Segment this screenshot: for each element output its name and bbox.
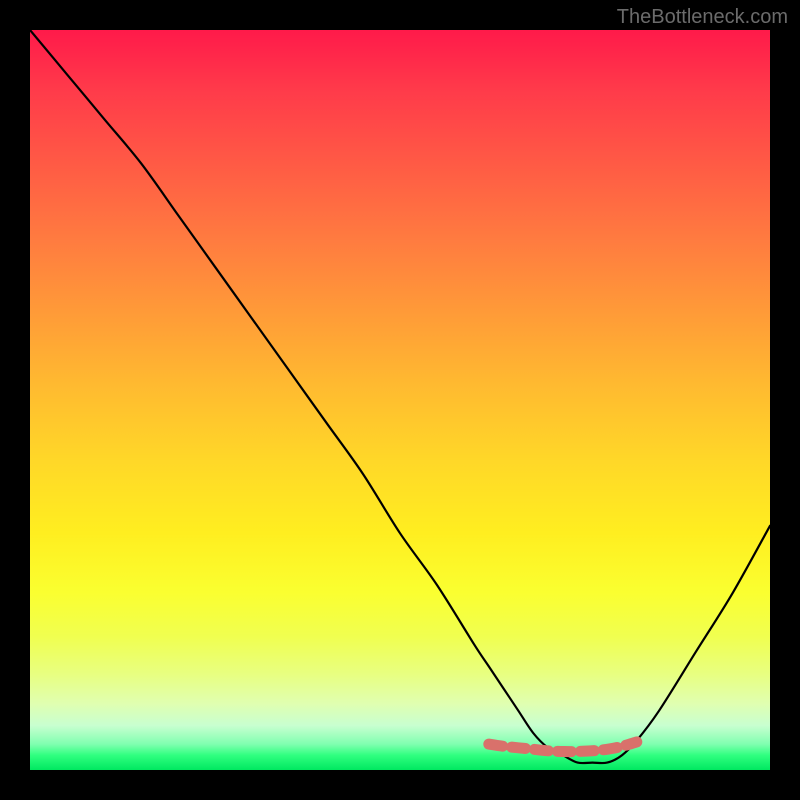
- valley-highlight-line: [489, 742, 637, 752]
- chart-svg: [30, 30, 770, 770]
- bottleneck-curve-line: [30, 30, 770, 763]
- chart-plot-area: [30, 30, 770, 770]
- watermark-text: TheBottleneck.com: [617, 6, 788, 29]
